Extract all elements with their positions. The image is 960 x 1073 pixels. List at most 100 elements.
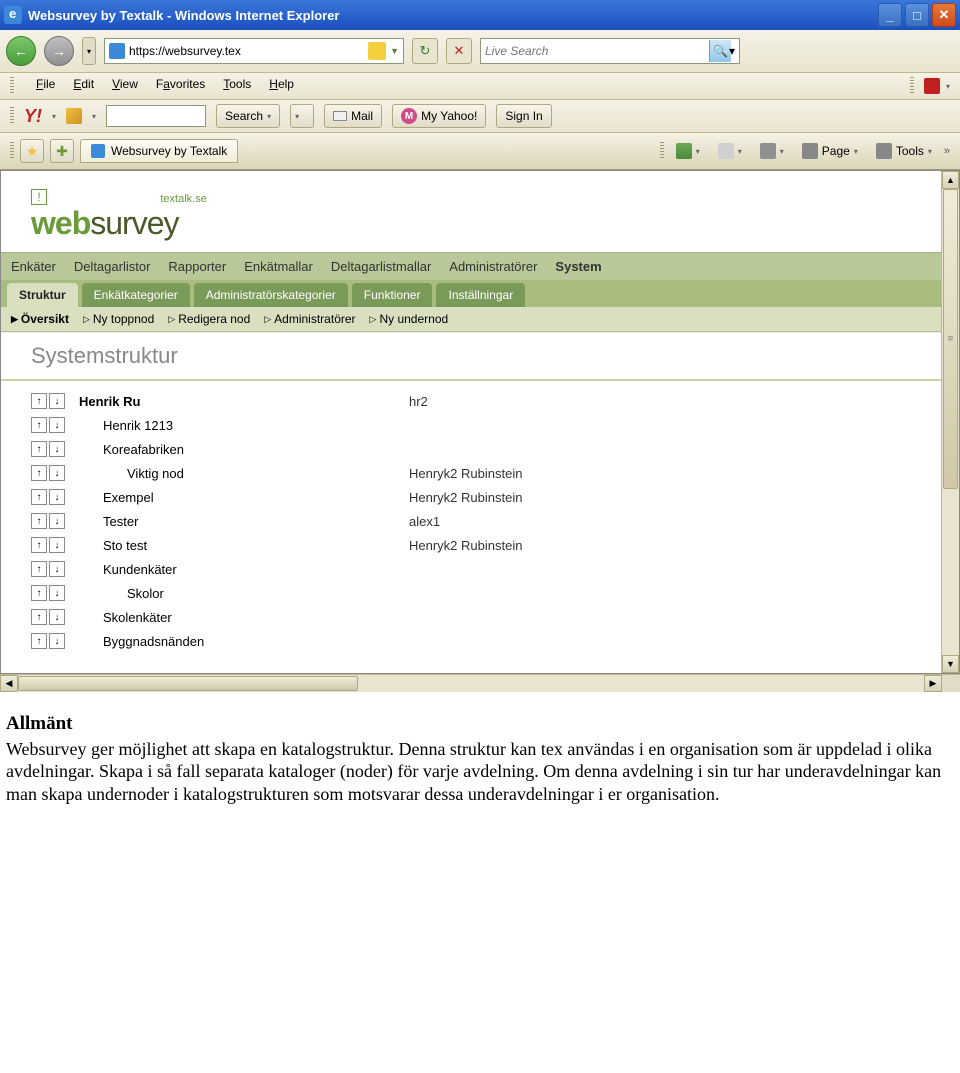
move-up-button[interactable]: ↑ xyxy=(31,513,47,529)
move-up-button[interactable]: ↑ xyxy=(31,465,47,481)
menu-file[interactable]: File xyxy=(36,77,55,95)
move-down-button[interactable]: ↓ xyxy=(49,465,65,481)
minimize-button[interactable]: _ xyxy=(878,3,902,27)
move-down-button[interactable]: ↓ xyxy=(49,513,65,529)
node-label[interactable]: Byggnadsnänden xyxy=(69,634,409,649)
scroll-thumb[interactable] xyxy=(18,676,358,691)
toolbar-overflow-icon[interactable]: » xyxy=(944,145,950,157)
move-down-button[interactable]: ↓ xyxy=(49,441,65,457)
yahoo-signin-button[interactable]: Sign In xyxy=(496,104,551,128)
menu-help[interactable]: Help xyxy=(269,77,294,95)
address-dropdown-icon[interactable]: ▼ xyxy=(390,46,399,56)
tools-menu-button[interactable]: Tools▾ xyxy=(870,139,938,163)
move-down-button[interactable]: ↓ xyxy=(49,537,65,553)
node-label[interactable]: Skolenkäter xyxy=(69,610,409,625)
node-label[interactable]: Viktig nod xyxy=(69,466,409,481)
refresh-button[interactable]: ↻ xyxy=(412,38,438,64)
close-button[interactable]: ✕ xyxy=(932,3,956,27)
yahoo-dropdown-icon[interactable]: ▾ xyxy=(52,112,56,121)
yahoo-search-button[interactable]: Search▾ xyxy=(216,104,280,128)
toolbar-grip-right[interactable] xyxy=(910,77,914,95)
toolbar-grip[interactable] xyxy=(660,142,664,160)
menu-favorites[interactable]: Favorites xyxy=(156,77,205,95)
node-label[interactable]: Exempel xyxy=(69,490,409,505)
yahoo-logo-icon[interactable]: Y! xyxy=(24,106,42,127)
subnav-ny-undernod[interactable]: ▷Ny undernod xyxy=(370,312,449,326)
toolbar-grip[interactable] xyxy=(10,77,14,95)
move-down-button[interactable]: ↓ xyxy=(49,489,65,505)
feeds-button[interactable]: ▾ xyxy=(712,139,748,163)
scroll-down-button[interactable]: ▼ xyxy=(942,655,959,673)
scroll-right-button[interactable]: ▶ xyxy=(924,675,942,692)
move-down-button[interactable]: ↓ xyxy=(49,609,65,625)
yahoo-mail-button[interactable]: Mail xyxy=(324,104,382,128)
favorites-center-button[interactable]: ★ xyxy=(20,139,44,163)
tab-rapporter[interactable]: Rapporter xyxy=(168,259,226,280)
node-label[interactable]: Koreafabriken xyxy=(69,442,409,457)
tab-deltagarlistmallar[interactable]: Deltagarlistmallar xyxy=(331,259,431,280)
toolbar-grip[interactable] xyxy=(10,107,14,125)
vertical-scrollbar[interactable]: ▲ ▼ xyxy=(941,171,959,673)
move-up-button[interactable]: ↑ xyxy=(31,441,47,457)
subnav-ny-toppnod[interactable]: ▷Ny toppnod xyxy=(83,312,154,326)
subnav-redigera-nod[interactable]: ▷Redigera nod xyxy=(168,312,250,326)
page-menu-button[interactable]: Page▾ xyxy=(796,139,864,163)
subnav-oversikt[interactable]: ▶Översikt xyxy=(11,312,69,326)
menu-view[interactable]: View xyxy=(112,77,138,95)
toolbar-grip[interactable] xyxy=(10,142,14,160)
move-up-button[interactable]: ↑ xyxy=(31,585,47,601)
move-up-button[interactable]: ↑ xyxy=(31,417,47,433)
url-input[interactable] xyxy=(129,44,309,58)
scroll-up-button[interactable]: ▲ xyxy=(942,171,959,189)
subtab-struktur[interactable]: Struktur xyxy=(7,283,78,307)
tab-enkater[interactable]: Enkäter xyxy=(11,259,56,280)
nav-history-dropdown[interactable]: ▾ xyxy=(82,37,96,65)
node-label[interactable]: Skolor xyxy=(69,586,409,601)
scroll-left-button[interactable]: ◀ xyxy=(0,675,18,692)
yahoo-search-input[interactable] xyxy=(106,105,206,127)
maximize-button[interactable]: □ xyxy=(905,3,929,27)
tab-deltagarlistor[interactable]: Deltagarlistor xyxy=(74,259,151,280)
home-button[interactable]: ▾ xyxy=(670,139,706,163)
subtab-funktioner[interactable]: Funktioner xyxy=(352,283,433,307)
move-up-button[interactable]: ↑ xyxy=(31,537,47,553)
yahoo-my-button[interactable]: MMy Yahoo! xyxy=(392,104,486,128)
move-down-button[interactable]: ↓ xyxy=(49,417,65,433)
node-label[interactable]: Henrik Ru xyxy=(69,394,409,409)
horizontal-scrollbar[interactable]: ◀ ▶ xyxy=(0,674,960,692)
move-up-button[interactable]: ↑ xyxy=(31,489,47,505)
move-up-button[interactable]: ↑ xyxy=(31,561,47,577)
subtab-enkatkategorier[interactable]: Enkätkategorier xyxy=(82,283,190,307)
scroll-thumb[interactable] xyxy=(943,189,958,489)
move-up-button[interactable]: ↑ xyxy=(31,393,47,409)
search-input[interactable] xyxy=(485,44,705,58)
add-favorite-button[interactable]: ✚ xyxy=(50,139,74,163)
subnav-administratorer[interactable]: ▷Administratörer xyxy=(264,312,355,326)
pencil-dropdown-icon[interactable]: ▾ xyxy=(92,112,96,121)
move-down-button[interactable]: ↓ xyxy=(49,585,65,601)
node-label[interactable]: Sto test xyxy=(69,538,409,553)
tab-administratorer[interactable]: Administratörer xyxy=(449,259,537,280)
print-button[interactable]: ▾ xyxy=(754,139,790,163)
subtab-administratorskategorier[interactable]: Administratörskategorier xyxy=(194,283,348,307)
move-up-button[interactable]: ↑ xyxy=(31,609,47,625)
node-label[interactable]: Kundenkäter xyxy=(69,562,409,577)
move-down-button[interactable]: ↓ xyxy=(49,393,65,409)
search-button[interactable]: 🔍 xyxy=(709,40,731,62)
pdf-icon[interactable] xyxy=(924,78,940,94)
move-down-button[interactable]: ↓ xyxy=(49,633,65,649)
node-label[interactable]: Henrik 1213 xyxy=(69,418,409,433)
node-label[interactable]: Tester xyxy=(69,514,409,529)
back-button[interactable]: ← xyxy=(6,36,36,66)
browser-tab[interactable]: Websurvey by Textalk xyxy=(80,139,238,163)
subtab-installningar[interactable]: Inställningar xyxy=(436,283,525,307)
tab-enkatmallar[interactable]: Enkätmallar xyxy=(244,259,313,280)
stop-button[interactable]: ✕ xyxy=(446,38,472,64)
search-dropdown-icon[interactable]: ▾ xyxy=(729,44,735,58)
pencil-icon[interactable] xyxy=(66,108,82,124)
tab-system[interactable]: System xyxy=(555,259,601,280)
menu-tools[interactable]: Tools xyxy=(223,77,251,95)
menu-edit[interactable]: Edit xyxy=(73,77,94,95)
move-down-button[interactable]: ↓ xyxy=(49,561,65,577)
scroll-track[interactable] xyxy=(18,675,924,692)
